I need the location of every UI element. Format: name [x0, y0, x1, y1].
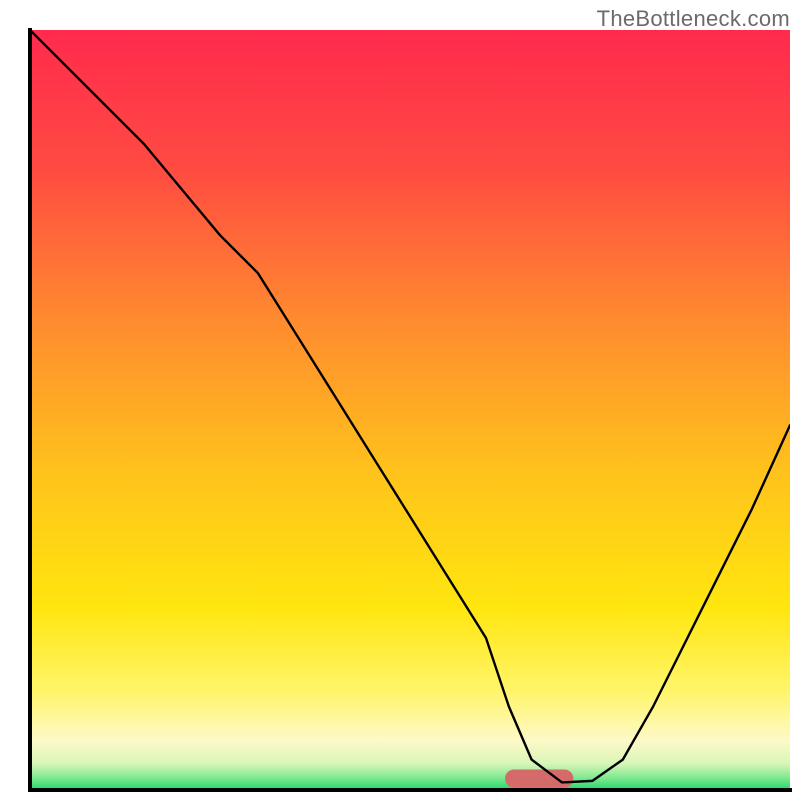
chart-container: TheBottleneck.com	[0, 0, 800, 800]
optimal-marker	[505, 769, 573, 787]
bottleneck-chart	[0, 0, 800, 800]
